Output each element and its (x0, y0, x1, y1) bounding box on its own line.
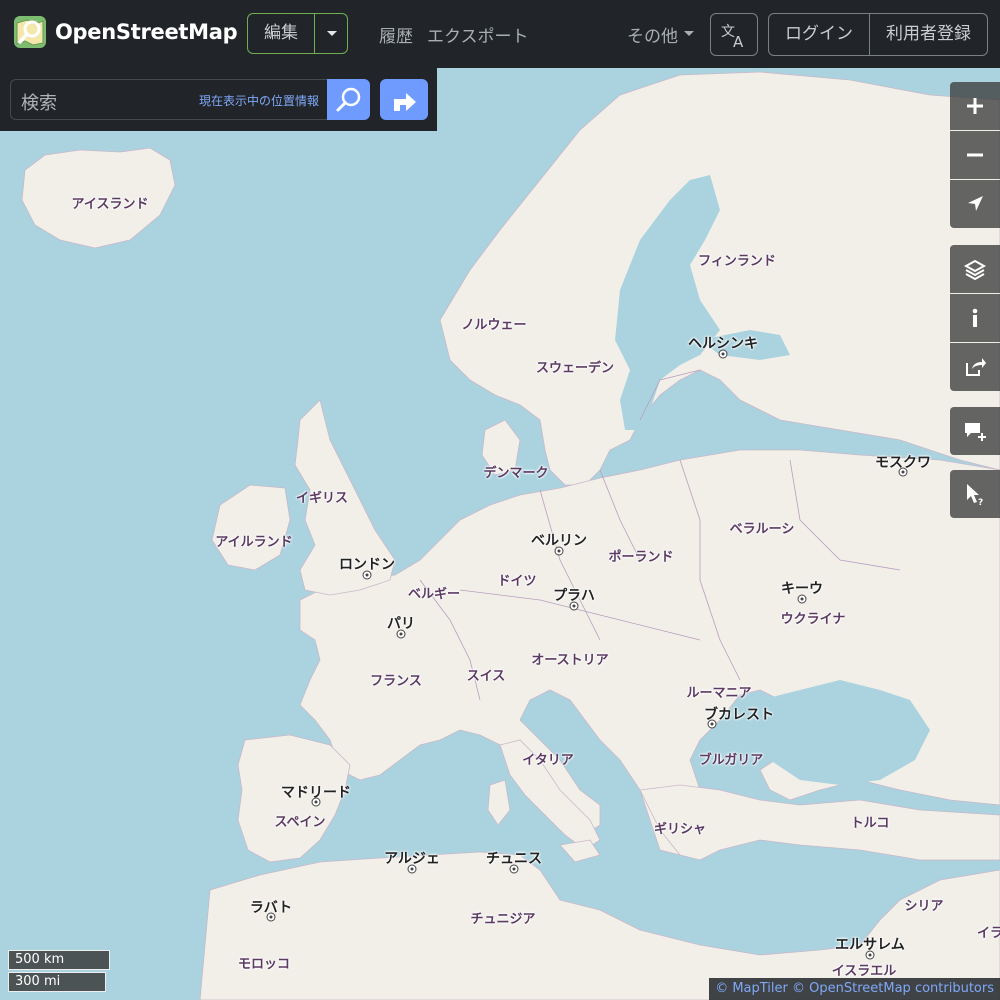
map-label-country: ウクライナ (780, 612, 846, 627)
chevron-down-icon (684, 31, 694, 36)
map-label-country: イラ (976, 926, 1000, 941)
scale-bar-km: 500 km (8, 950, 110, 970)
city-marker-icon (266, 912, 276, 922)
map-label-country: シリア (904, 899, 944, 914)
map-label-country: フィンランド (698, 254, 776, 269)
search-field[interactable]: 検索 現在表示中の位置情報 (10, 79, 328, 120)
svg-text:A: A (733, 33, 744, 50)
export-link[interactable]: エクスポート (427, 22, 529, 47)
map-label-country: アイルランド (215, 535, 293, 550)
share-icon (966, 358, 986, 376)
site-brand[interactable]: OpenStreetMap (55, 20, 238, 44)
query-icon: ? (967, 484, 983, 506)
city-marker-icon (407, 864, 417, 874)
map-key-button[interactable] (950, 294, 1000, 342)
map-label-country: スペイン (274, 815, 326, 830)
city-marker-icon (396, 629, 406, 639)
where-is-this-link[interactable]: 現在表示中の位置情報 (199, 92, 319, 109)
map-label-country: イスラエル (831, 964, 897, 979)
map-label-country: ベルギー (407, 587, 461, 602)
signup-button[interactable]: 利用者登録 (870, 14, 987, 55)
map-label-country: ドイツ (497, 574, 537, 589)
map-label-country: アイスランド (71, 197, 149, 212)
city-marker-icon (898, 467, 908, 477)
map-label-country: オーストリア (531, 653, 609, 668)
layers-icon (963, 259, 987, 281)
directions-icon (394, 93, 416, 111)
maptiler-attribution-link[interactable]: © MapTiler (715, 981, 788, 996)
map-label-country: ノルウェー (461, 318, 527, 333)
search-input[interactable]: 検索 (21, 89, 57, 115)
zoom-out-button[interactable] (950, 131, 1000, 179)
map-attribution: © MapTiler © OpenStreetMap contributors (709, 978, 1000, 1000)
edit-button[interactable]: 編集 (248, 14, 314, 53)
search-button[interactable] (327, 79, 370, 120)
map-label-country: ギリシャ (653, 822, 707, 837)
edit-button-group: 編集 (247, 13, 348, 54)
map-label-country: ブルガリア (698, 753, 764, 768)
more-menu-button[interactable]: その他 (627, 22, 678, 47)
query-features-button[interactable]: ? (950, 470, 1000, 518)
history-link[interactable]: 履歴 (379, 22, 413, 47)
locate-button[interactable] (950, 180, 1000, 228)
map-label-country: ベラルーシ (729, 522, 795, 537)
city-marker-icon (797, 594, 807, 604)
map-label-country: ルーマニア (686, 686, 752, 701)
auth-button-group: ログイン 利用者登録 (768, 13, 988, 56)
add-note-button[interactable] (950, 407, 1000, 455)
city-marker-icon (362, 570, 372, 580)
edit-dropdown-toggle[interactable] (314, 14, 347, 53)
city-marker-icon (707, 719, 717, 729)
top-navigation-bar: OpenStreetMap 編集 履歴 エクスポート その他 文 A ログイン … (0, 0, 1000, 68)
city-marker-icon (311, 797, 321, 807)
layers-button[interactable] (950, 245, 1000, 293)
search-icon (336, 87, 361, 112)
share-button[interactable] (950, 343, 1000, 391)
map-label-country: チュニジア (470, 912, 536, 927)
zoom-in-button[interactable] (950, 82, 1000, 130)
map-label-country: デンマーク (483, 466, 549, 481)
info-icon (972, 308, 978, 327)
map-label-country: トルコ (850, 816, 890, 831)
locate-icon (968, 196, 983, 211)
add-note-icon (965, 423, 986, 441)
language-button[interactable]: 文 A (710, 13, 758, 56)
map-label-country: モロッコ (237, 957, 291, 972)
map-label-country: スイス (466, 669, 506, 684)
city-marker-icon (718, 349, 728, 359)
svg-text:?: ? (978, 498, 983, 506)
city-marker-icon (509, 864, 519, 874)
map-label-country: スウェーデン (535, 361, 615, 376)
osm-logo-icon[interactable] (13, 15, 47, 49)
city-marker-icon (554, 546, 564, 556)
zoom-in-icon (967, 98, 983, 114)
city-marker-icon (569, 601, 579, 611)
map-label-country: フランス (370, 674, 422, 689)
osm-attribution-link[interactable]: © OpenStreetMap contributors (792, 981, 994, 996)
search-panel: 検索 現在表示中の位置情報 (0, 68, 437, 131)
zoom-out-icon (967, 153, 983, 157)
scale-bar-mi: 300 mi (8, 972, 106, 992)
login-button[interactable]: ログイン (769, 14, 870, 55)
map-label-country: イタリア (522, 753, 574, 768)
map-label-country: ポーランド (608, 550, 674, 565)
translate-icon: 文 A (721, 24, 744, 50)
directions-button[interactable] (380, 79, 428, 120)
city-marker-icon (865, 950, 875, 960)
map-label-country: イギリス (295, 491, 349, 506)
